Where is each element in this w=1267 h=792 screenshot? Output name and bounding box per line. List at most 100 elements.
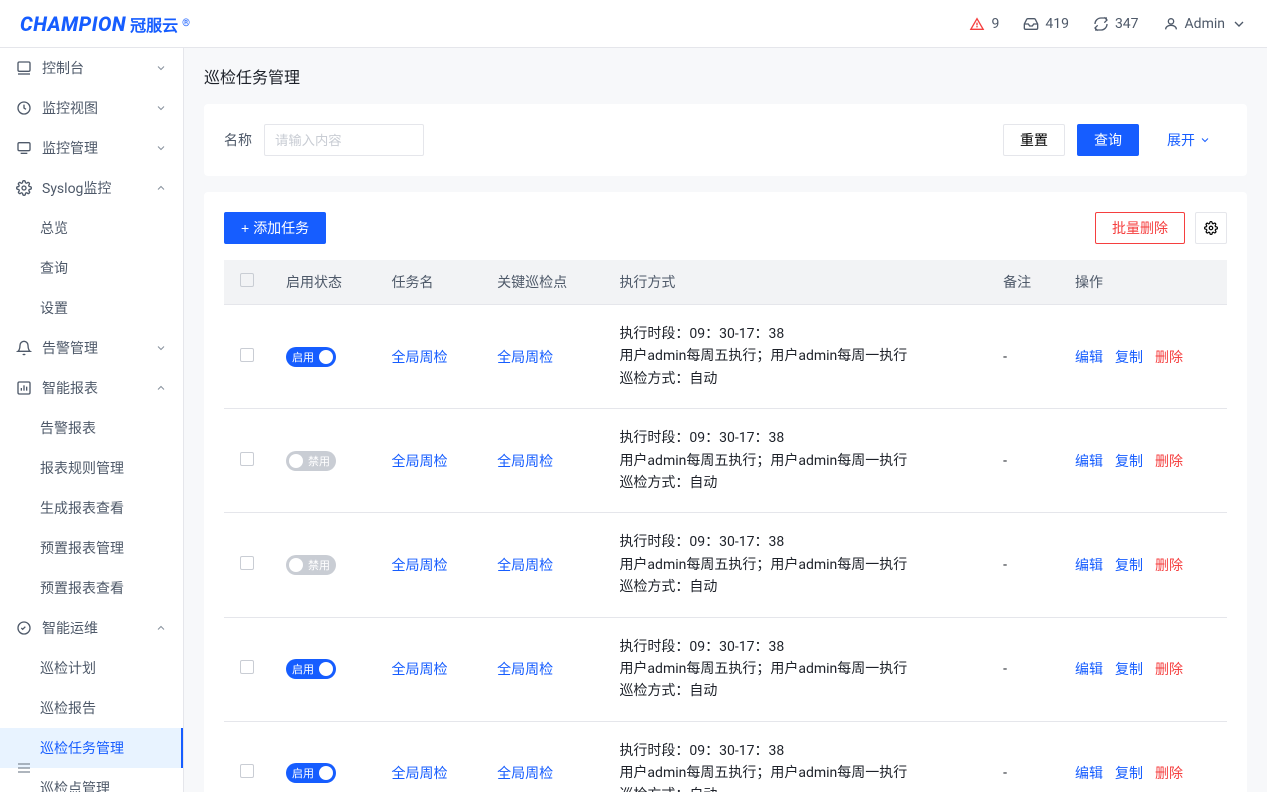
sidebar-sub-item[interactable]: 生成报表查看 [0,488,183,528]
menu-item-icon [16,180,32,196]
task-name-link[interactable]: 全局周检 [392,766,448,782]
search-panel: 名称 重置 查询 展开 [204,104,1247,176]
copy-action[interactable]: 复制 [1115,555,1143,575]
delete-action[interactable]: 删除 [1155,763,1183,783]
sidebar-sub-item[interactable]: 告警报表 [0,408,183,448]
sidebar-sub-item[interactable]: 巡检报告 [0,688,183,728]
inbox-badge[interactable]: 419 [1023,16,1069,32]
inspection-point-link[interactable]: 全局周检 [497,558,553,574]
menu-item-icon [16,340,32,356]
enable-toggle[interactable]: 禁用 [286,555,336,575]
batch-delete-button[interactable]: 批量删除 [1095,212,1185,244]
chevron-icon [155,182,167,194]
enable-toggle[interactable]: 启用 [286,763,336,783]
enable-toggle[interactable]: 启用 [286,659,336,679]
sidebar-item-label: 智能运维 [42,618,98,638]
copy-action[interactable]: 复制 [1115,451,1143,471]
inspection-point-link[interactable]: 全局周检 [497,454,553,470]
task-name-link[interactable]: 全局周检 [392,454,448,470]
sidebar: 控制台 监控视图 监控管理 Syslog监控 总览查询设置 [0,48,184,792]
menu-item-icon [16,380,32,396]
sidebar-sub-item[interactable]: 设置 [0,288,183,328]
task-name-link[interactable]: 全局周检 [392,350,448,366]
edit-action[interactable]: 编辑 [1075,451,1103,471]
task-name-link[interactable]: 全局周检 [392,662,448,678]
table-row: 启用 全局周检 全局周检 执行时段：09：30-17：38用户admin每周五执… [224,617,1227,721]
exec-info: 执行时段：09：30-17：38用户admin每周五执行；用户admin每周一执… [619,740,971,792]
logo-registered: ® [182,18,190,29]
expand-button[interactable]: 展开 [1151,124,1227,156]
chevron-icon [155,102,167,114]
table-row: 启用 全局周检 全局周检 执行时段：09：30-17：38用户admin每周五执… [224,721,1227,792]
sidebar-item[interactable]: 监控视图 [0,88,183,128]
chevron-down-icon [1231,16,1247,32]
chevron-icon [155,622,167,634]
sidebar-sub-item[interactable]: 报表规则管理 [0,448,183,488]
sidebar-sub-item[interactable]: 查询 [0,248,183,288]
inspection-point-link[interactable]: 全局周检 [497,766,553,782]
table-row: 禁用 全局周检 全局周检 执行时段：09：30-17：38用户admin每周五执… [224,409,1227,513]
copy-action[interactable]: 复制 [1115,763,1143,783]
alert-badge[interactable]: 9 [969,16,999,32]
chevron-down-icon [1199,134,1211,146]
delete-action[interactable]: 删除 [1155,451,1183,471]
exec-info: 执行时段：09：30-17：38用户admin每周五执行；用户admin每周一执… [619,323,971,390]
sidebar-sub-item[interactable]: 预置报表管理 [0,528,183,568]
sidebar-item[interactable]: 智能运维 [0,608,183,648]
sidebar-sub-item[interactable]: 巡检计划 [0,648,183,688]
col-action: 操作 [1059,260,1227,305]
row-checkbox[interactable] [240,764,254,778]
query-button[interactable]: 查询 [1077,124,1139,156]
row-checkbox[interactable] [240,660,254,674]
sidebar-item-label: 控制台 [42,58,84,78]
chevron-icon [155,342,167,354]
sidebar-item[interactable]: 控制台 [0,48,183,88]
select-all-checkbox[interactable] [240,273,254,287]
edit-action[interactable]: 编辑 [1075,659,1103,679]
remark-cell: - [987,409,1059,513]
sidebar-item[interactable]: Syslog监控 [0,168,183,208]
gear-icon [1204,221,1218,235]
row-checkbox[interactable] [240,348,254,362]
sidebar-sub-item[interactable]: 总览 [0,208,183,248]
reset-button[interactable]: 重置 [1003,124,1065,156]
enable-toggle[interactable]: 禁用 [286,451,336,471]
sidebar-item[interactable]: 告警管理 [0,328,183,368]
menu-item-icon [16,60,32,76]
logo[interactable]: CHAMPION 冠服云 ® [20,12,190,36]
col-status: 启用状态 [270,260,376,305]
edit-action[interactable]: 编辑 [1075,555,1103,575]
sidebar-sub-item[interactable]: 预置报表查看 [0,568,183,608]
user-icon [1163,16,1179,32]
sync-badge[interactable]: 347 [1093,16,1139,32]
delete-action[interactable]: 删除 [1155,659,1183,679]
plus-icon: + [241,220,249,236]
copy-action[interactable]: 复制 [1115,659,1143,679]
settings-button[interactable] [1195,212,1227,244]
user-menu[interactable]: Admin [1163,16,1247,32]
sidebar-item-label: 监控视图 [42,98,98,118]
exec-info: 执行时段：09：30-17：38用户admin每周五执行；用户admin每周一执… [619,531,971,598]
inspection-point-link[interactable]: 全局周检 [497,662,553,678]
task-name-link[interactable]: 全局周检 [392,558,448,574]
row-checkbox[interactable] [240,556,254,570]
col-exec: 执行方式 [603,260,987,305]
chevron-icon [155,62,167,74]
sidebar-item[interactable]: 智能报表 [0,368,183,408]
edit-action[interactable]: 编辑 [1075,347,1103,367]
copy-action[interactable]: 复制 [1115,347,1143,367]
search-name-input[interactable] [264,124,424,156]
col-name: 任务名 [376,260,482,305]
delete-action[interactable]: 删除 [1155,347,1183,367]
inspection-point-link[interactable]: 全局周检 [497,350,553,366]
chevron-icon [155,142,167,154]
sidebar-item-label: 智能报表 [42,378,98,398]
enable-toggle[interactable]: 启用 [286,347,336,367]
sidebar-collapse-button[interactable] [16,760,32,780]
delete-action[interactable]: 删除 [1155,555,1183,575]
add-task-button[interactable]: + 添加任务 [224,212,326,244]
edit-action[interactable]: 编辑 [1075,763,1103,783]
row-checkbox[interactable] [240,452,254,466]
sidebar-item[interactable]: 监控管理 [0,128,183,168]
table-panel: + 添加任务 批量删除 启用状态 任务名 关键巡检点 [204,192,1247,792]
